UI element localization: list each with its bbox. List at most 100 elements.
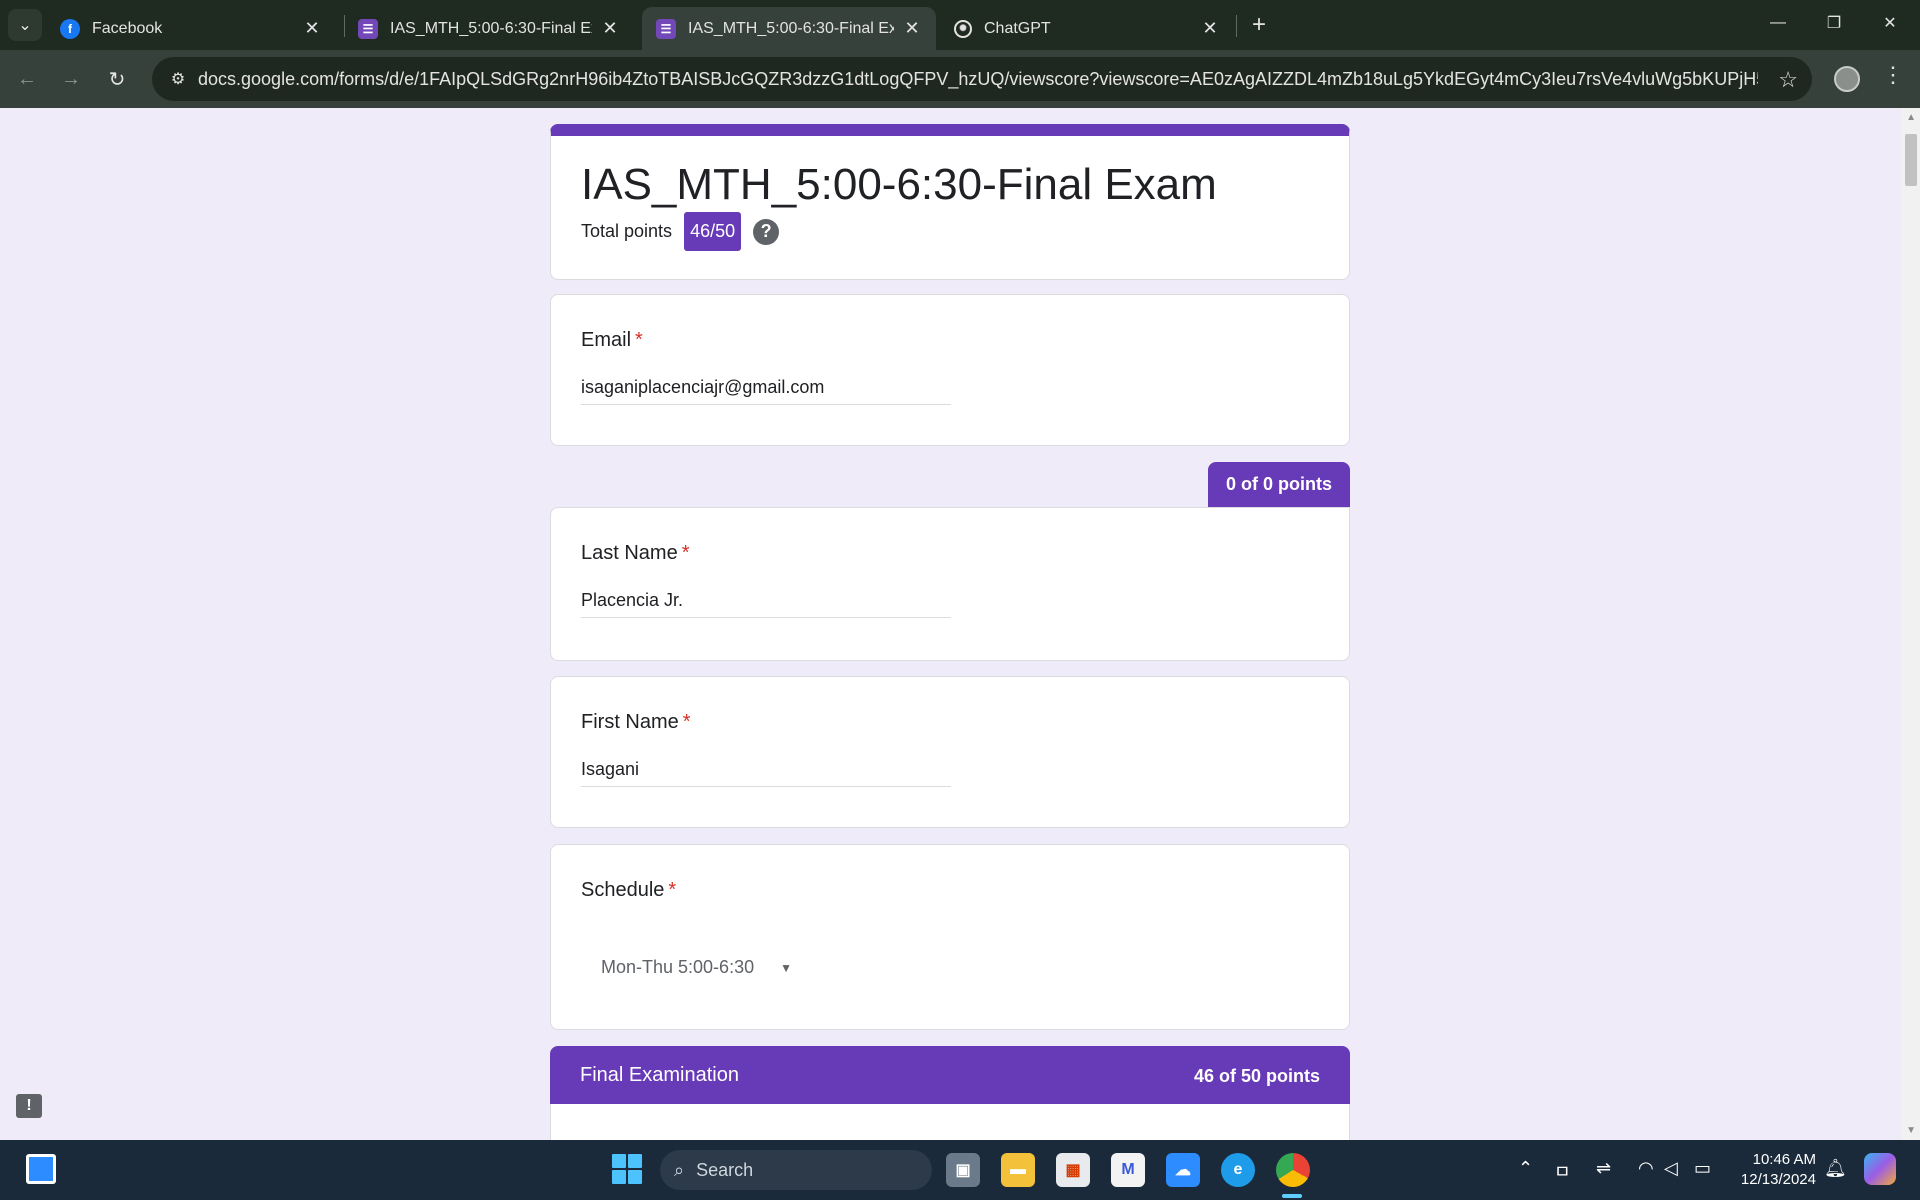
browser-tab-strip: ⌄ f Facebook ✕ ☰ IAS_MTH_5:00-6:30-Final…: [0, 0, 1920, 50]
last-name-question-card: Last Name * Placencia Jr.: [550, 507, 1350, 661]
help-icon[interactable]: ?: [753, 218, 780, 245]
restore-icon: ❐: [1826, 15, 1842, 32]
site-info-icon[interactable]: ⚙: [158, 69, 198, 89]
more-menu-icon[interactable]: ⋮: [1880, 62, 1906, 88]
minimize-button[interactable]: —: [1750, 0, 1806, 46]
back-button[interactable]: ←: [10, 62, 44, 96]
scrollbar-thumb[interactable]: [1905, 134, 1917, 186]
microsoft-store-icon[interactable]: ▦: [1056, 1153, 1090, 1187]
close-icon[interactable]: ✕: [302, 18, 322, 39]
facebook-icon: f: [60, 18, 80, 39]
schedule-selected-value: Mon-Thu 5:00-6:30: [601, 957, 755, 977]
profile-avatar[interactable]: [1834, 66, 1860, 92]
first-name-question-card: First Name * Isagani: [550, 676, 1350, 828]
active-app-indicator: [1282, 1194, 1302, 1198]
plus-icon: +: [1251, 11, 1266, 38]
search-icon: ⌕: [674, 1159, 685, 1180]
section-body: [550, 1104, 1350, 1140]
tab-label: Facebook: [92, 19, 163, 37]
form-page: IAS_MTH_5:00-6:30-Final Exam Total point…: [0, 108, 1920, 1140]
widgets-icon[interactable]: [26, 1154, 56, 1184]
close-icon[interactable]: ✕: [1200, 18, 1220, 39]
tab-label: IAS_MTH_5:00-6:30-Final Exam: [688, 19, 894, 37]
notification-bell-icon[interactable]: 🔔︎: [1824, 1158, 1847, 1179]
chrome-icon[interactable]: [1276, 1153, 1310, 1187]
system-clock[interactable]: 10:46 AM 12/13/2024: [1736, 1150, 1816, 1190]
tab-search-button[interactable]: ⌄: [8, 9, 42, 41]
total-points-row: Total points 46/50 ?: [581, 212, 780, 251]
form-title: IAS_MTH_5:00-6:30-Final Exam: [581, 160, 1217, 209]
question-label: First Name: [581, 711, 679, 733]
google-forms-icon: ☰: [358, 18, 378, 39]
windows-taskbar: ⌕ Search ▣ ▬ ▦ M ☁ e ⌃ ㅁ ⇌ ◠ ◁ ▭ 10:46 A…: [0, 1140, 1920, 1200]
scroll-down-icon[interactable]: ▼: [1906, 1125, 1916, 1136]
caret-down-icon: ▼: [780, 960, 792, 975]
task-view-icon[interactable]: ▣: [946, 1153, 980, 1187]
reload-button[interactable]: ↻: [100, 62, 134, 96]
schedule-dropdown[interactable]: Mon-Thu 5:00-6:30 ▼: [581, 951, 812, 984]
question-title: First Name *: [581, 711, 691, 734]
section-points-badge: 0 of 0 points: [1208, 462, 1350, 507]
file-explorer-icon[interactable]: ▬: [1001, 1153, 1035, 1187]
arrow-left-icon: ←: [17, 67, 37, 90]
question-title: Last Name *: [581, 542, 690, 565]
battery-icon[interactable]: ▭: [1694, 1158, 1711, 1179]
close-icon[interactable]: ✕: [902, 18, 922, 39]
copilot-icon[interactable]: [1864, 1153, 1896, 1185]
question-title: Email *: [581, 329, 643, 352]
tab-final-exam-2[interactable]: ☰ IAS_MTH_5:00-6:30-Final Exam ✕: [642, 7, 936, 50]
sliders-icon[interactable]: ⇌: [1596, 1158, 1611, 1179]
address-bar[interactable]: ⚙ docs.google.com/forms/d/e/1FAIpQLSdGRg…: [152, 57, 1812, 101]
first-name-answer: Isagani: [581, 759, 951, 787]
url-text[interactable]: docs.google.com/forms/d/e/1FAIpQLSdGRg2n…: [198, 69, 1758, 90]
scroll-up-icon[interactable]: ▲: [1906, 112, 1916, 123]
tab-divider: [1236, 15, 1237, 37]
chatgpt-icon: ✺: [954, 19, 972, 38]
search-placeholder: Search: [696, 1159, 754, 1180]
report-feedback-icon[interactable]: !: [16, 1094, 42, 1118]
new-tab-button[interactable]: +: [1244, 10, 1274, 40]
tab-label: ChatGPT: [984, 19, 1051, 37]
windows-logo-quad: [628, 1154, 642, 1168]
tab-chatgpt[interactable]: ✺ ChatGPT ✕: [940, 7, 1234, 50]
arrow-right-icon: →: [61, 67, 81, 90]
section-title: Final Examination: [580, 1064, 739, 1086]
m-app-tray-icon[interactable]: ㅁ: [1554, 1158, 1571, 1184]
app-m-icon[interactable]: M: [1111, 1153, 1145, 1187]
start-button[interactable]: [612, 1154, 642, 1184]
bookmark-star-icon[interactable]: ☆: [1778, 67, 1798, 93]
clock-date: 12/13/2024: [1740, 1171, 1816, 1188]
section-header: Final Examination 46 of 50 points: [550, 1046, 1350, 1104]
tab-label: IAS_MTH_5:00-6:30-Final Exam: [390, 19, 592, 37]
volume-icon[interactable]: ◁: [1664, 1158, 1678, 1179]
edge-icon[interactable]: e: [1221, 1153, 1255, 1187]
required-asterisk: *: [681, 542, 690, 564]
question-label: Schedule: [581, 879, 665, 901]
reload-icon: ↻: [108, 68, 126, 91]
forward-button[interactable]: →: [54, 62, 88, 96]
chevron-up-icon[interactable]: ⌃: [1518, 1158, 1533, 1179]
total-points-badge: 46/50: [684, 212, 742, 251]
close-window-button[interactable]: ✕: [1862, 0, 1918, 46]
page-scrollbar[interactable]: ▲ ▼: [1902, 108, 1920, 1140]
taskbar-search[interactable]: ⌕ Search: [660, 1150, 932, 1190]
wifi-icon[interactable]: ◠: [1638, 1158, 1654, 1179]
last-name-answer: Placencia Jr.: [581, 590, 951, 618]
schedule-question-card: Schedule * Mon-Thu 5:00-6:30 ▼: [550, 844, 1350, 1030]
cloud-app-icon[interactable]: ☁: [1166, 1153, 1200, 1187]
google-forms-icon: ☰: [656, 18, 676, 39]
email-question-card: Email * isaganiplacenciajr@gmail.com: [550, 294, 1350, 446]
windows-logo-quad: [612, 1170, 626, 1184]
tab-facebook[interactable]: f Facebook ✕: [46, 7, 336, 50]
windows-logo-quad: [612, 1154, 626, 1168]
browser-toolbar: ← → ↻ ⚙ docs.google.com/forms/d/e/1FAIpQ…: [0, 50, 1920, 108]
email-answer: isaganiplacenciajr@gmail.com: [581, 377, 951, 405]
required-asterisk: *: [668, 879, 677, 901]
tab-final-exam-1[interactable]: ☰ IAS_MTH_5:00-6:30-Final Exam ✕: [344, 7, 634, 50]
question-title: Schedule *: [581, 879, 676, 902]
close-icon[interactable]: ✕: [600, 18, 620, 39]
clock-time: 10:46 AM: [1752, 1151, 1816, 1168]
total-points-label: Total points: [581, 221, 673, 241]
restore-button[interactable]: ❐: [1806, 0, 1862, 46]
minimize-icon: —: [1770, 14, 1786, 31]
